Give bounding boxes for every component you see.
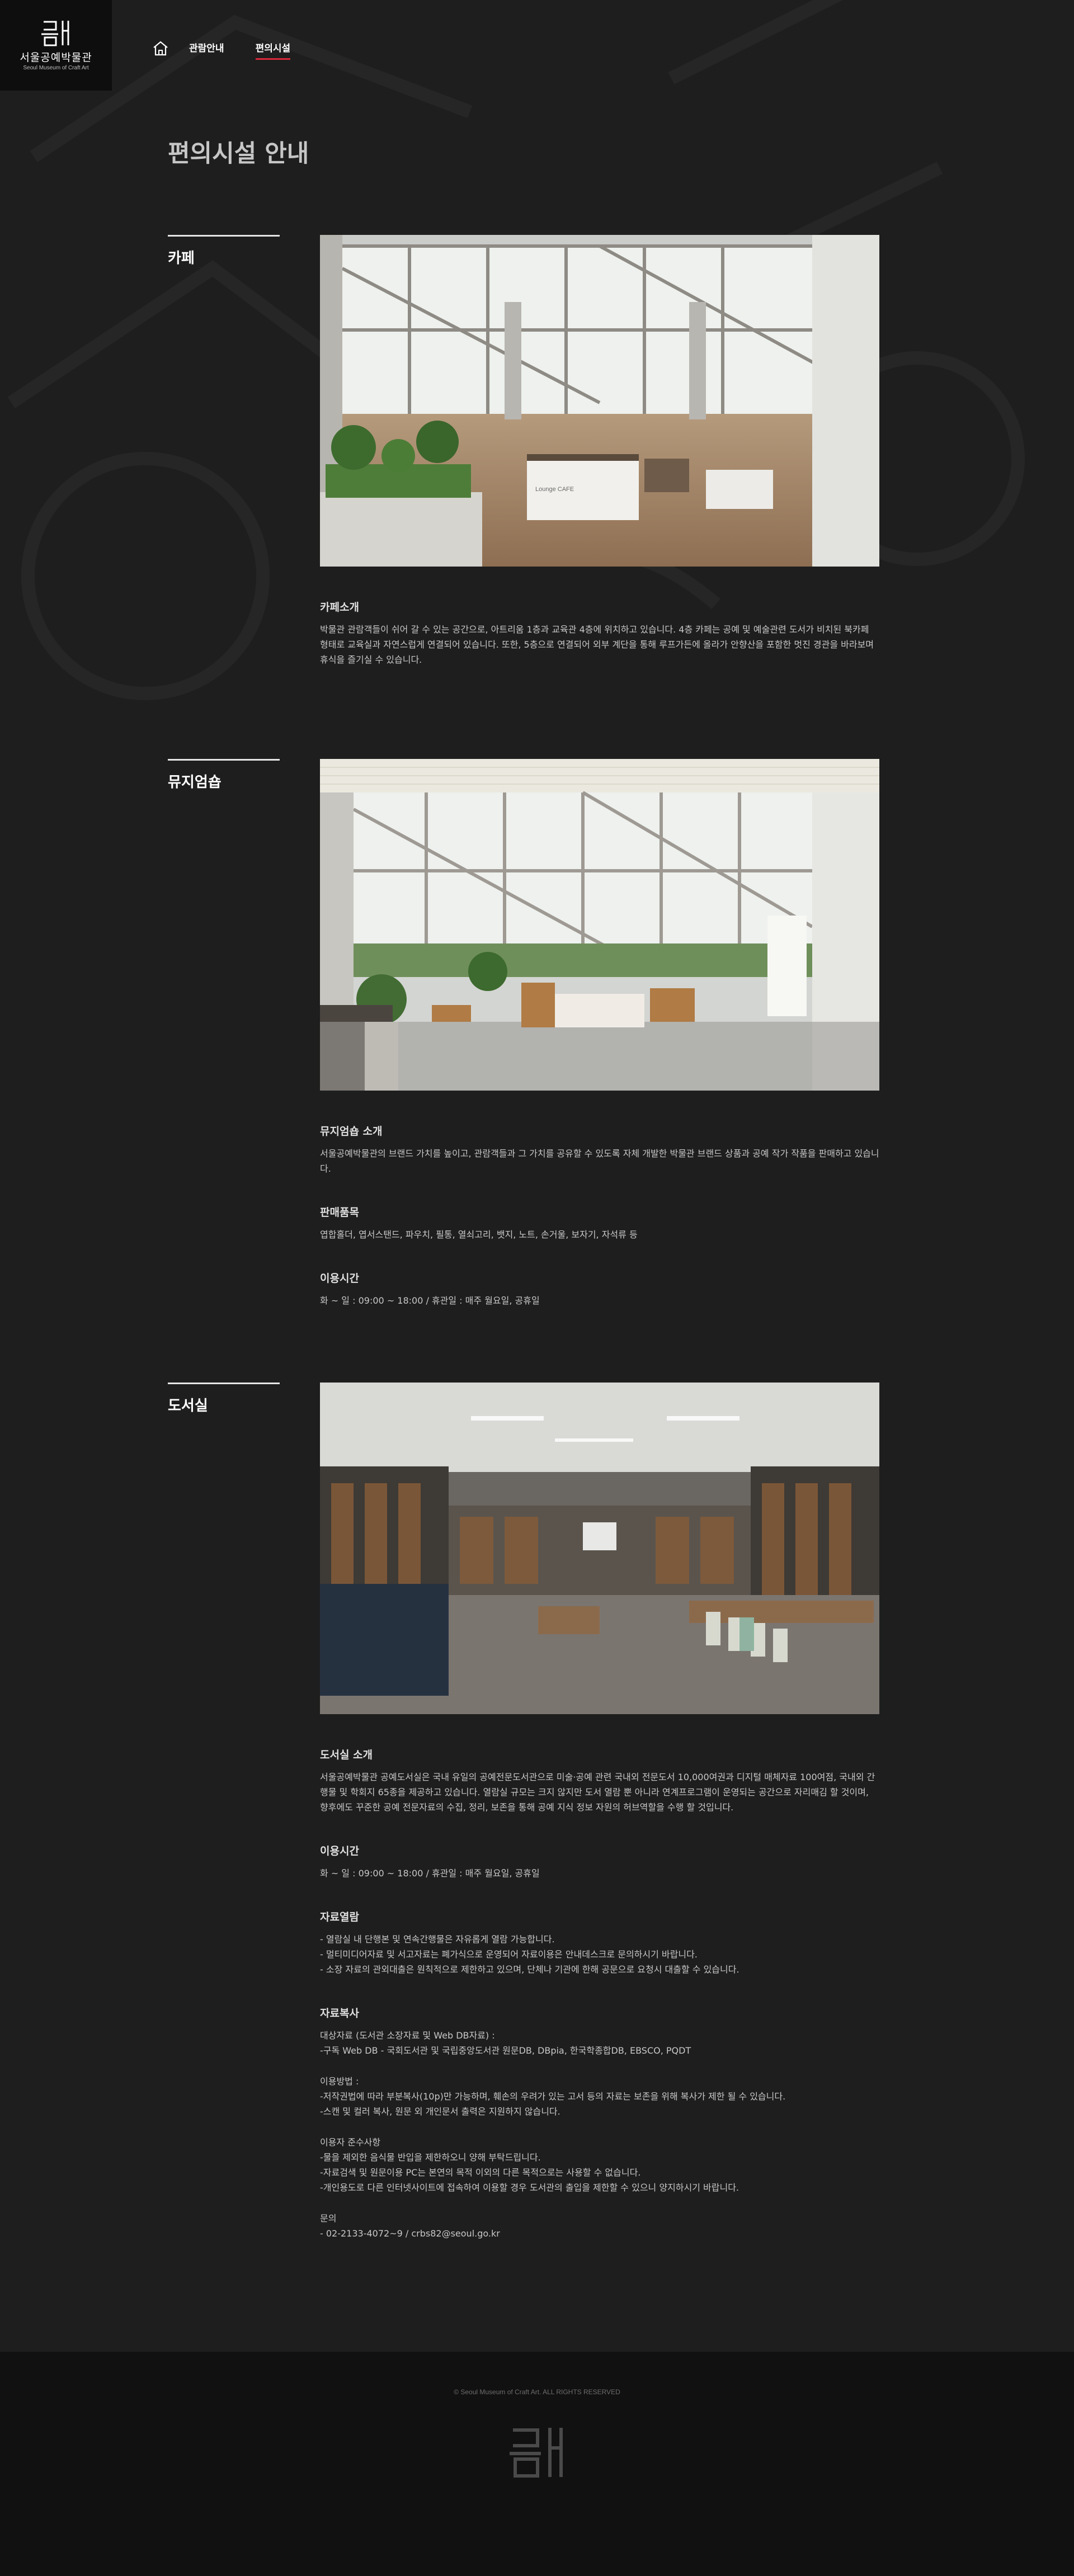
block-line: 문의 bbox=[320, 2213, 337, 2224]
section-body: 뮤지엄숍 소개 서울공예박물관의 브랜드 가치를 높이고, 관람객들과 그 가치… bbox=[320, 759, 879, 1308]
block-line: -자료검색 및 원문이용 PC는 본연의 목적 이외의 다른 목적으로는 사용할… bbox=[320, 2167, 641, 2178]
footer-logo-icon bbox=[510, 2428, 563, 2478]
block-text: 서울공예박물관의 브랜드 가치를 높이고, 관람객들과 그 가치를 공유할 수 … bbox=[320, 1148, 879, 1174]
section-title: 카페 bbox=[168, 250, 195, 267]
block-line: -저작권법에 따라 부분복사(10p)만 가능하며, 훼손의 우려가 있는 고서… bbox=[320, 2091, 786, 2102]
library-hours: 이용시간 화 ~ 일 : 09:00 ~ 18:00 / 휴관일 : 매주 월요… bbox=[320, 1843, 879, 1881]
library-reading: 자료열람 - 열람실 내 단행본 및 연속간행물은 자유롭게 열람 가능합니다.… bbox=[320, 1909, 879, 1977]
block-line: -구독 Web DB - 국회도서관 및 국립중앙도서관 원문DB, DBpia… bbox=[320, 2045, 691, 2056]
contact-line: - 02-2133-4072~9 / crbs82@seoul.go.kr bbox=[320, 2228, 500, 2239]
block-line: 이용자 준수사항 bbox=[320, 2137, 381, 2148]
museum-shop-photo bbox=[320, 759, 879, 1091]
svg-text:Lounge CAFE: Lounge CAFE bbox=[535, 486, 574, 493]
block-text: 박물관 관람객들이 쉬어 갈 수 있는 공간으로, 아트리움 1층과 교육관 4… bbox=[320, 624, 874, 665]
block-text: 화 ~ 일 : 09:00 ~ 18:00 / 휴관일 : 매주 월요일, 공휴… bbox=[320, 1868, 540, 1879]
block-line: -물을 제외한 음식물 반입을 제한하오니 양해 부탁드립니다. bbox=[320, 2152, 541, 2163]
block-subtitle: 이용시간 bbox=[320, 1845, 359, 1857]
block-subtitle: 카페소개 bbox=[320, 601, 359, 614]
block-subtitle: 이용시간 bbox=[320, 1272, 359, 1285]
block-line: -개인용도로 다른 인터넷사이트에 접속하여 이용할 경우 도서관의 출입을 제… bbox=[320, 2182, 739, 2193]
site-logo[interactable]: 서울공예박물관 Seoul Museum of Craft Art bbox=[0, 0, 112, 91]
home-button[interactable] bbox=[151, 39, 170, 58]
nav-item-visit-info[interactable]: 관람안내 bbox=[189, 40, 224, 56]
block-line: - 열람실 내 단행본 및 연속간행물은 자유롭게 열람 가능합니다. bbox=[320, 1934, 555, 1945]
block-line: 이용방법 : bbox=[320, 2076, 359, 2087]
cafe-photo: Lounge CAFE bbox=[320, 235, 879, 567]
section-title: 뮤지엄숍 bbox=[168, 774, 222, 791]
block-text: 서울공예박물관 공예도서실은 국내 유일의 공예전문도서관으로 미술·공예 관련… bbox=[320, 1772, 875, 1813]
section-heading: 뮤지엄숍 bbox=[168, 759, 280, 791]
library-copy: 자료복사 대상자료 (도서관 소장자료 및 Web DB자료) : -구독 We… bbox=[320, 2005, 879, 2241]
cafe-intro: 카페소개 박물관 관람객들이 쉬어 갈 수 있는 공간으로, 아트리움 1층과 … bbox=[320, 599, 879, 667]
block-line: -스캔 및 컬러 복사, 원문 외 개인문서 출력은 지원하지 않습니다. bbox=[320, 2106, 560, 2117]
block-subtitle: 뮤지엄숍 소개 bbox=[320, 1125, 383, 1138]
shop-intro: 뮤지엄숍 소개 서울공예박물관의 브랜드 가치를 높이고, 관람객들과 그 가치… bbox=[320, 1123, 879, 1176]
section-title: 도서실 bbox=[168, 1398, 208, 1414]
shop-hours: 이용시간 화 ~ 일 : 09:00 ~ 18:00 / 휴관일 : 매주 월요… bbox=[320, 1270, 879, 1308]
block-subtitle: 판매품목 bbox=[320, 1206, 359, 1219]
logo-subtext: Seoul Museum of Craft Art bbox=[23, 65, 89, 71]
block-subtitle: 도서실 소개 bbox=[320, 1749, 373, 1761]
block-text: 엽합홀더, 엽서스탠드, 파우치, 필통, 열쇠고리, 뱃지, 노트, 손거울,… bbox=[320, 1229, 638, 1240]
block-line: 대상자료 (도서관 소장자료 및 Web DB자료) : bbox=[320, 2030, 495, 2041]
section-heading: 카페 bbox=[168, 235, 280, 267]
block-subtitle: 자료열람 bbox=[320, 1911, 359, 1923]
logo-mark-icon bbox=[41, 21, 69, 46]
main-nav: 관람안내 편의시설 bbox=[151, 37, 322, 60]
library-photo bbox=[320, 1383, 879, 1714]
home-icon bbox=[153, 41, 168, 56]
block-text: 화 ~ 일 : 09:00 ~ 18:00 / 휴관일 : 매주 월요일, 공휴… bbox=[320, 1295, 540, 1306]
shop-items: 판매품목 엽합홀더, 엽서스탠드, 파우치, 필통, 열쇠고리, 뱃지, 노트,… bbox=[320, 1204, 879, 1242]
block-line: - 멀티미디어자료 및 서고자료는 폐가식으로 운영되어 자료이용은 안내데스크… bbox=[320, 1949, 698, 1960]
block-subtitle: 자료복사 bbox=[320, 2007, 359, 2020]
section-body: Lounge CAFE 카페소개 박물관 관람객들이 쉬어 갈 수 있는 공간으… bbox=[320, 235, 879, 667]
section-heading: 도서실 bbox=[168, 1383, 280, 1415]
block-line: - 소장 자료의 관외대출은 원칙적으로 제한하고 있으며, 단체나 기관에 한… bbox=[320, 1964, 739, 1975]
nav-item-facilities[interactable]: 편의시설 bbox=[255, 40, 290, 60]
page-title: 편의시설 안내 bbox=[168, 140, 309, 168]
logo-text: 서울공예박물관 bbox=[20, 51, 92, 64]
section-body: 도서실 소개 서울공예박물관 공예도서실은 국내 유일의 공예전문도서관으로 미… bbox=[320, 1383, 879, 2241]
copyright: © Seoul Museum of Craft Art. ALL RIGHTS … bbox=[454, 2388, 620, 2396]
library-intro: 도서실 소개 서울공예박물관 공예도서실은 국내 유일의 공예전문도서관으로 미… bbox=[320, 1747, 879, 1815]
footer: © Seoul Museum of Craft Art. ALL RIGHTS … bbox=[0, 2352, 1074, 2576]
